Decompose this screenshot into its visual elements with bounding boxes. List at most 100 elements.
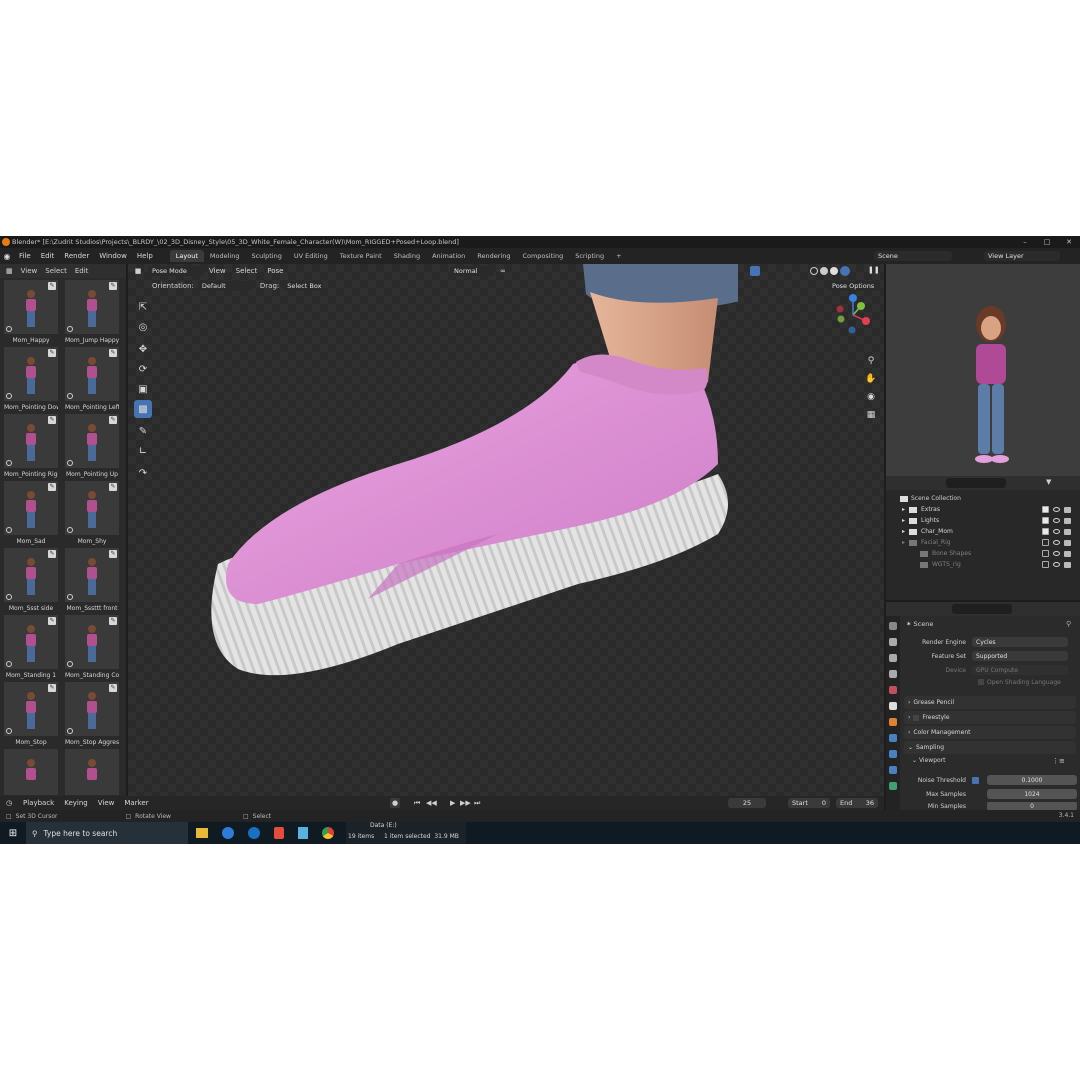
device-select[interactable]: GPU Compute: [972, 665, 1068, 675]
scale-tool-icon[interactable]: ▣: [134, 380, 152, 398]
visibility-eye-icon[interactable]: [1053, 518, 1060, 523]
3d-viewport[interactable]: ■ Pose Mode View Select Pose Normal ∞ ● …: [128, 264, 884, 820]
taskbar-search-input[interactable]: ⚲ Type here to search: [26, 822, 188, 844]
move-tool-icon[interactable]: ✥: [134, 340, 152, 358]
view-layer-selector[interactable]: View Layer: [984, 251, 1060, 261]
include-checkbox[interactable]: [1042, 528, 1049, 535]
app2-icon[interactable]: [298, 827, 308, 839]
record-icon[interactable]: ●: [390, 798, 400, 808]
scene-selector[interactable]: Scene: [874, 251, 952, 261]
outliner-row[interactable]: ▸ Facial_Rig: [886, 537, 1080, 548]
noise-threshold-field[interactable]: 0.1000: [987, 775, 1077, 785]
tab-rendering[interactable]: Rendering: [471, 250, 516, 262]
edit-icon[interactable]: ✎: [48, 349, 56, 357]
output-tab-icon[interactable]: [889, 654, 897, 662]
figma-icon[interactable]: [274, 827, 284, 839]
render-engine-select[interactable]: Cycles: [972, 637, 1068, 647]
expand-arrow-icon[interactable]: ▸: [902, 528, 905, 535]
sampling-section[interactable]: ⌄ Sampling: [904, 741, 1076, 754]
shading-material-icon[interactable]: [830, 267, 838, 275]
clock-icon[interactable]: ◷: [0, 799, 18, 807]
visibility-eye-icon[interactable]: [1053, 562, 1060, 567]
include-checkbox[interactable]: [1042, 561, 1049, 568]
edit-icon[interactable]: ✎: [109, 684, 117, 692]
edge-icon[interactable]: [222, 827, 234, 839]
expand-arrow-icon[interactable]: ▸: [902, 539, 905, 546]
camera-icon[interactable]: ◉: [864, 390, 878, 404]
constraint-tab-icon[interactable]: [889, 766, 897, 774]
freestyle-checkbox[interactable]: [913, 714, 920, 721]
asset-menu-view[interactable]: View: [21, 267, 38, 275]
jump-start-icon[interactable]: ⏮: [414, 799, 420, 808]
play-icon[interactable]: ▶: [450, 799, 455, 807]
tab-scripting[interactable]: Scripting: [569, 250, 610, 262]
outliner-search-input[interactable]: [946, 478, 1006, 488]
visibility-eye-icon[interactable]: [1053, 529, 1060, 534]
menu-edit[interactable]: Edit: [36, 252, 60, 260]
edit-icon[interactable]: ✎: [48, 483, 56, 491]
timeline-menu-marker[interactable]: Marker: [119, 799, 153, 807]
outliner-row[interactable]: Bone Shapes: [886, 548, 1080, 559]
editor-type-icon[interactable]: ■: [128, 267, 148, 275]
viewport-subsection[interactable]: ⌄ Viewport: [912, 757, 946, 764]
timeline-menu-playback[interactable]: Playback: [18, 799, 59, 807]
include-checkbox[interactable]: [1042, 506, 1049, 513]
edit-icon[interactable]: ✎: [109, 550, 117, 558]
physics-tab-icon[interactable]: [889, 750, 897, 758]
freestyle-section[interactable]: › Freestyle: [904, 711, 1076, 724]
expand-arrow-icon[interactable]: ▸: [902, 506, 905, 513]
tab-texture-paint[interactable]: Texture Paint: [334, 250, 388, 262]
shading-wireframe-icon[interactable]: [810, 267, 818, 275]
render-camera-icon[interactable]: [1064, 539, 1071, 546]
select-tool-icon[interactable]: ⇱: [134, 298, 152, 316]
maximize-icon[interactable]: □: [1036, 236, 1058, 248]
tab-shading[interactable]: Shading: [388, 250, 426, 262]
render-camera-icon[interactable]: [1064, 550, 1071, 557]
tab-modeling[interactable]: Modeling: [204, 250, 246, 262]
tab-uv-editing[interactable]: UV Editing: [288, 250, 334, 262]
asset-menu-select[interactable]: Select: [45, 267, 67, 275]
render-tab-icon[interactable]: [889, 638, 897, 646]
edit-icon[interactable]: ✎: [48, 684, 56, 692]
modifier-tab-icon[interactable]: [889, 734, 897, 742]
max-samples-field[interactable]: 1024: [987, 789, 1077, 799]
world-tab-icon[interactable]: [889, 702, 897, 710]
color-management-section[interactable]: › Color Management: [904, 726, 1076, 739]
navigation-gizmo[interactable]: [828, 290, 878, 340]
properties-search-input[interactable]: [952, 604, 1012, 614]
measure-tool-icon[interactable]: ∟: [134, 442, 152, 460]
edit-icon[interactable]: ✎: [109, 349, 117, 357]
file-explorer-icon[interactable]: [196, 828, 208, 838]
asset-item[interactable]: ✎ Mom_Stop: [4, 682, 58, 746]
asset-item[interactable]: ✎ Mom_Stop Aggres...: [65, 682, 119, 746]
timeline-menu-view[interactable]: View: [93, 799, 120, 807]
visibility-eye-icon[interactable]: [1053, 551, 1060, 556]
jump-end-icon[interactable]: ⏭: [474, 799, 480, 808]
grid-view-icon[interactable]: ▦: [864, 408, 878, 422]
filter-icon[interactable]: ▼: [1046, 478, 1051, 486]
asset-item[interactable]: ✎ Mom_Happy: [4, 280, 58, 344]
minimize-icon[interactable]: –: [1014, 236, 1036, 248]
edit-icon[interactable]: ✎: [109, 282, 117, 290]
asset-item[interactable]: ✎ Mom_Sad: [4, 481, 58, 545]
visibility-eye-icon[interactable]: [1053, 507, 1060, 512]
app-icon[interactable]: [248, 827, 260, 839]
scene-tab-icon[interactable]: [889, 686, 897, 694]
tab-sculpting[interactable]: Sculpting: [245, 250, 287, 262]
include-checkbox[interactable]: [1042, 539, 1049, 546]
start-frame-field[interactable]: Start 0: [788, 798, 830, 808]
min-samples-field[interactable]: 0: [987, 802, 1077, 810]
asset-item[interactable]: [65, 749, 119, 795]
edit-icon[interactable]: ✎: [109, 416, 117, 424]
edit-icon[interactable]: ✎: [48, 416, 56, 424]
pin-icon[interactable]: ⚲: [1066, 620, 1071, 628]
outliner-root[interactable]: Scene Collection: [886, 493, 1080, 504]
edit-icon[interactable]: ✎: [109, 617, 117, 625]
view-layer-tab-icon[interactable]: [889, 670, 897, 678]
list-icon[interactable]: ⋮≡: [1052, 757, 1065, 765]
prev-key-icon[interactable]: ◀◀: [426, 799, 437, 807]
render-camera-icon[interactable]: [1064, 528, 1071, 535]
next-key-icon[interactable]: ▶▶: [460, 799, 471, 807]
bone-tool-icon[interactable]: ↷: [134, 464, 152, 482]
tab-animation[interactable]: Animation: [426, 250, 471, 262]
